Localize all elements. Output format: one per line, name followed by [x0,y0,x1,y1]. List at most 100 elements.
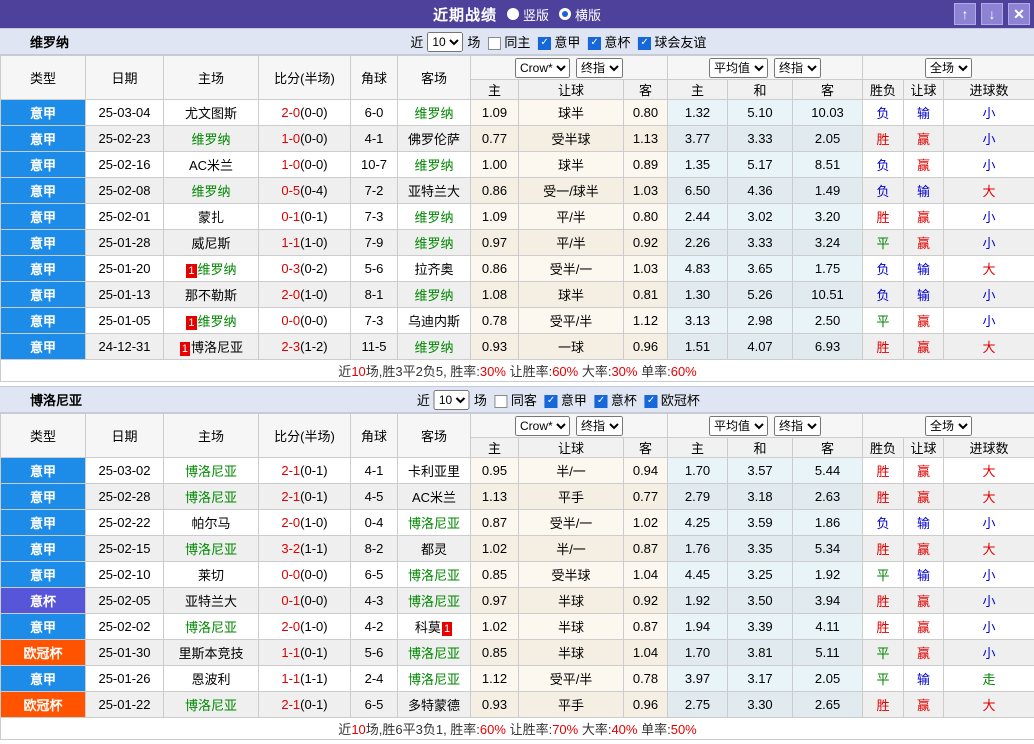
halftime-score: (0-1) [300,209,327,224]
select-group-cell: 平均值终指 [668,414,863,438]
match-row: 意甲25-03-02博洛尼亚2-1(0-1)4-1卡利亚里0.95半/一0.94… [1,458,1034,484]
avg-draw-cell: 3.65 [728,256,793,282]
avg-draw-cell: 4.07 [728,334,793,360]
filter-checkbox-label: 意杯 [611,390,637,409]
avg-away-cell: 2.05 [793,666,863,692]
home-team-cell: 博洛尼亚 [164,484,259,510]
recent-count-select[interactable]: 10 [427,32,463,52]
column-header: 类型 [1,56,86,100]
result-wdl-cell: 负 [863,282,904,308]
sub-column-header: 主 [668,80,728,100]
result-wdl-cell: 负 [863,510,904,536]
competition-type-cell: 意甲 [1,100,86,126]
competition-type-cell: 意甲 [1,204,86,230]
filter-checkbox[interactable] [588,37,601,50]
corners-cell: 6-5 [351,692,398,718]
fulltime-score: 0-3 [281,261,300,276]
match-row: 意甲25-02-16AC米兰1-0(0-0)10-7维罗纳1.00球半0.891… [1,152,1034,178]
halftime-score: (1-1) [300,541,327,556]
odds-stage-select[interactable]: 终指 [576,58,623,78]
sub-column-header: 让球 [519,80,624,100]
halftime-score: (1-0) [300,287,327,302]
avg-home-cell: 6.50 [668,178,728,204]
away-team-cell: 卡利亚里 [398,458,471,484]
home-odds-cell: 0.95 [471,458,519,484]
filter-checkbox[interactable] [538,37,551,50]
filter-checkbox-label: 意甲 [554,32,580,51]
handicap-cell: 受平/半 [519,308,624,334]
avg-draw-cell: 3.02 [728,204,793,230]
filter-checkbox[interactable] [638,37,651,50]
sub-column-header: 胜负 [863,80,904,100]
filter-checkbox[interactable] [545,395,558,408]
home-odds-cell: 1.02 [471,614,519,640]
score-cell: 1-0(0-0) [259,126,351,152]
score-cell: 1-1(0-1) [259,640,351,666]
page-title: 近期战绩 [433,4,497,25]
result-wdl-cell: 胜 [863,204,904,230]
match-date-cell: 25-01-26 [86,666,164,692]
away-odds-cell: 0.96 [624,334,668,360]
odds-stage-select[interactable]: 终指 [576,416,623,436]
layout-radio-vertical[interactable]: 竖版 [507,5,549,24]
summary-segment: 让胜率: [506,364,552,379]
odds-provider-select[interactable]: Crow* [515,58,570,78]
filter-checkbox[interactable] [495,395,508,408]
avg-stage-select[interactable]: 终指 [774,416,821,436]
filter-checkbox[interactable] [488,37,501,50]
away-odds-cell: 1.02 [624,510,668,536]
match-row: 欧冠杯25-01-22博洛尼亚2-1(0-1)6-5多特蒙德0.93平手0.96… [1,692,1034,718]
results-table: 类型日期主场比分(半场)角球客场Crow*终指平均值终指全场主让球客主和客胜负让… [0,55,1034,382]
away-team-name: 乌迪内斯 [408,314,460,329]
avg-away-cell: 3.94 [793,588,863,614]
avg-away-cell: 2.65 [793,692,863,718]
match-date-cell: 25-01-05 [86,308,164,334]
column-header: 日期 [86,56,164,100]
recent-count-select[interactable]: 10 [434,390,470,410]
halftime-score: (1-0) [300,235,327,250]
competition-type-cell: 欧冠杯 [1,640,86,666]
move-up-button[interactable]: ↑ [954,3,976,25]
match-date-cell: 25-02-15 [86,536,164,562]
scope-select[interactable]: 全场 [925,58,972,78]
away-team-cell: 乌迪内斯 [398,308,471,334]
move-down-button[interactable]: ↓ [981,3,1003,25]
result-handicap-cell: 输 [904,562,944,588]
filter-checkbox[interactable] [645,395,658,408]
filter-checkbox[interactable] [595,395,608,408]
away-team-cell: 维罗纳 [398,204,471,230]
avg-home-cell: 1.30 [668,282,728,308]
home-odds-cell: 0.87 [471,510,519,536]
handicap-cell: 受平/半 [519,666,624,692]
avg-stage-select[interactable]: 终指 [774,58,821,78]
halftime-score: (0-1) [300,697,327,712]
close-button[interactable]: ✕ [1008,3,1030,25]
avg-home-cell: 2.79 [668,484,728,510]
scope-select[interactable]: 全场 [925,416,972,436]
avg-mode-select[interactable]: 平均值 [709,58,768,78]
result-handicap-cell: 输 [904,666,944,692]
home-team-name: 博洛尼亚 [185,542,237,557]
home-team-name: 博洛尼亚 [191,340,243,355]
odds-provider-select[interactable]: Crow* [515,416,570,436]
column-header: 主场 [164,414,259,458]
halftime-score: (0-0) [300,593,327,608]
halftime-score: (0-0) [300,131,327,146]
layout-radio-horizontal[interactable]: 横版 [559,5,601,24]
away-odds-cell: 0.80 [624,100,668,126]
avg-mode-select[interactable]: 平均值 [709,416,768,436]
away-team-name: 博洛尼亚 [408,672,460,687]
fulltime-score: 2-0 [281,515,300,530]
sub-column-header: 客 [793,80,863,100]
avg-draw-cell: 5.17 [728,152,793,178]
sub-column-header: 胜负 [863,438,904,458]
select-group-cell: Crow* 终指 [471,414,668,438]
summary-segment: 60% [552,364,578,379]
away-team-name: 维罗纳 [414,158,453,173]
avg-draw-cell: 3.33 [728,230,793,256]
score-cell: 1-0(0-0) [259,152,351,178]
home-team-name: 维罗纳 [191,132,230,147]
match-date-cell: 25-02-22 [86,510,164,536]
result-handicap-cell: 赢 [904,204,944,230]
result-handicap-cell: 输 [904,256,944,282]
